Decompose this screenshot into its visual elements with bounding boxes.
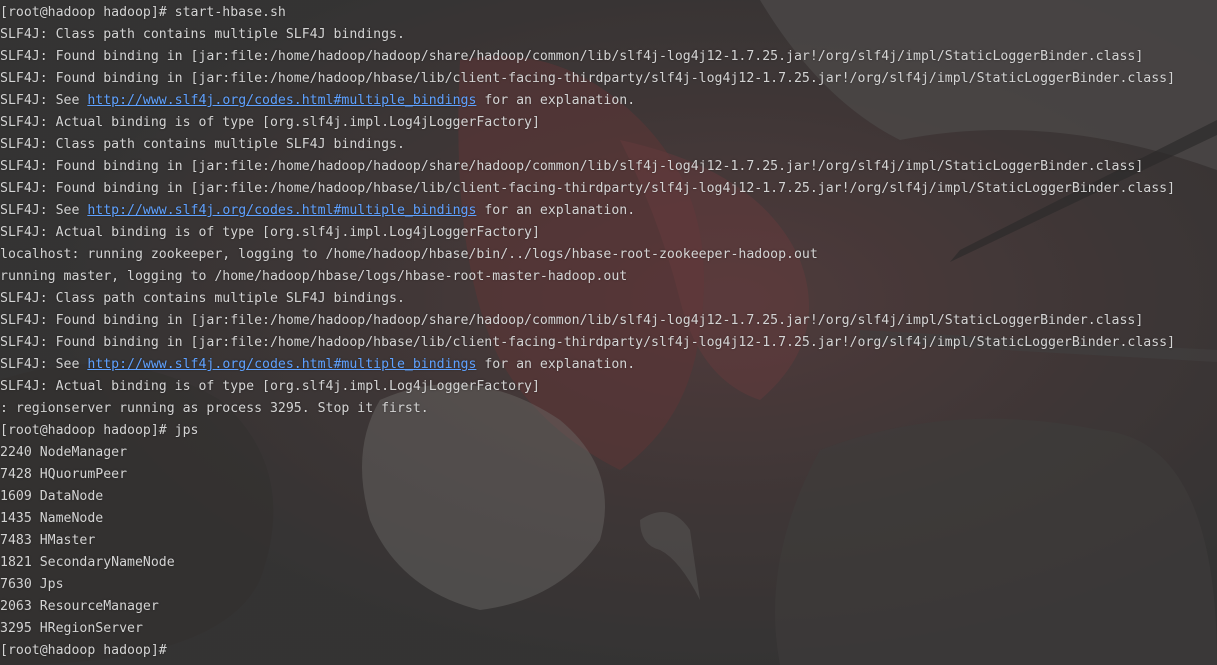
terminal-line: SLF4J: Found binding in [jar:file:/home/… [0, 310, 1217, 332]
terminal-text: SLF4J: See [0, 357, 88, 372]
terminal-line: 1609 DataNode [0, 486, 1217, 508]
terminal-text: SLF4J: Class path contains multiple SLF4… [0, 291, 405, 306]
terminal-text: SLF4J: Found binding in [jar:file:/home/… [0, 49, 1144, 64]
terminal-line: SLF4J: Found binding in [jar:file:/home/… [0, 178, 1217, 200]
terminal-text: SLF4J: Found binding in [jar:file:/home/… [0, 335, 1176, 350]
terminal-line: SLF4J: See http://www.slf4j.org/codes.ht… [0, 354, 1217, 376]
terminal-text: [root@hadoop hadoop]# [0, 643, 167, 658]
terminal-text: SLF4J: Actual binding is of type [org.sl… [0, 225, 540, 240]
slf4j-codes-link[interactable]: http://www.slf4j.org/codes.html#multiple… [87, 93, 476, 108]
terminal-output[interactable]: [root@hadoop hadoop]# start-hbase.sh SLF4… [0, 2, 1217, 662]
terminal-text: 3295 HRegionServer [0, 621, 143, 636]
terminal-text: SLF4J: Class path contains multiple SLF4… [0, 137, 405, 152]
slf4j-codes-link[interactable]: http://www.slf4j.org/codes.html#multiple… [87, 357, 476, 372]
terminal-line: 7483 HMaster [0, 530, 1217, 552]
terminal-text: SLF4J: See [0, 93, 88, 108]
terminal-line: SLF4J: Found binding in [jar:file:/home/… [0, 332, 1217, 354]
terminal-text: for an explanation. [476, 203, 636, 218]
terminal-line: SLF4J: Found binding in [jar:file:/home/… [0, 156, 1217, 178]
terminal-text: SLF4J: Found binding in [jar:file:/home/… [0, 313, 1144, 328]
terminal-text: for an explanation. [476, 93, 636, 108]
terminal-text: 2240 NodeManager [0, 445, 128, 460]
terminal-text: SLF4J: Found binding in [jar:file:/home/… [0, 159, 1144, 174]
terminal-prompt-line: [root@hadoop hadoop]# [0, 640, 1217, 662]
terminal-line: SLF4J: Class path contains multiple SLF4… [0, 134, 1217, 156]
terminal-text: SLF4J: Found binding in [jar:file:/home/… [0, 71, 1176, 86]
terminal-line: [root@hadoop hadoop]# jps [0, 420, 1217, 442]
terminal-line: running master, logging to /home/hadoop/… [0, 266, 1217, 288]
terminal-text: 7630 Jps [0, 577, 64, 592]
terminal-text: : regionserver running as process 3295. … [0, 401, 429, 416]
terminal-text: 2063 ResourceManager [0, 599, 159, 614]
terminal-line: [root@hadoop hadoop]# start-hbase.sh [0, 2, 1217, 24]
terminal-text: [root@hadoop hadoop]# jps [0, 423, 199, 438]
terminal-text: SLF4J: Class path contains multiple SLF4… [0, 27, 405, 42]
terminal-text: [root@hadoop hadoop]# start-hbase.sh [0, 5, 286, 20]
terminal-line: 3295 HRegionServer [0, 618, 1217, 640]
slf4j-codes-link[interactable]: http://www.slf4j.org/codes.html#multiple… [87, 203, 476, 218]
terminal-line: 1821 SecondaryNameNode [0, 552, 1217, 574]
terminal-text: 7483 HMaster [0, 533, 96, 548]
terminal-line: 2063 ResourceManager [0, 596, 1217, 618]
terminal-text: 1435 NameNode [0, 511, 104, 526]
terminal-line: SLF4J: Actual binding is of type [org.sl… [0, 112, 1217, 134]
terminal-line: 7428 HQuorumPeer [0, 464, 1217, 486]
terminal-text: running master, logging to /home/hadoop/… [0, 269, 628, 284]
terminal-text: 7428 HQuorumPeer [0, 467, 128, 482]
terminal-text: SLF4J: Found binding in [jar:file:/home/… [0, 181, 1176, 196]
terminal-window[interactable]: [root@hadoop hadoop]# start-hbase.sh SLF4… [0, 0, 1217, 665]
terminal-line: SLF4J: Found binding in [jar:file:/home/… [0, 46, 1217, 68]
terminal-line: SLF4J: Actual binding is of type [org.sl… [0, 222, 1217, 244]
terminal-text: SLF4J: Actual binding is of type [org.sl… [0, 379, 540, 394]
terminal-line: localhost: running zookeeper, logging to… [0, 244, 1217, 266]
terminal-line: SLF4J: Found binding in [jar:file:/home/… [0, 68, 1217, 90]
terminal-line: 1435 NameNode [0, 508, 1217, 530]
terminal-line: : regionserver running as process 3295. … [0, 398, 1217, 420]
terminal-text: 1821 SecondaryNameNode [0, 555, 175, 570]
terminal-line: SLF4J: Actual binding is of type [org.sl… [0, 376, 1217, 398]
terminal-line: 7630 Jps [0, 574, 1217, 596]
terminal-line: 2240 NodeManager [0, 442, 1217, 464]
terminal-line: SLF4J: Class path contains multiple SLF4… [0, 288, 1217, 310]
terminal-text: for an explanation. [476, 357, 636, 372]
terminal-text: SLF4J: Actual binding is of type [org.sl… [0, 115, 540, 130]
terminal-text: SLF4J: See [0, 203, 88, 218]
terminal-text: 1609 DataNode [0, 489, 104, 504]
terminal-line: SLF4J: See http://www.slf4j.org/codes.ht… [0, 200, 1217, 222]
terminal-line: SLF4J: Class path contains multiple SLF4… [0, 24, 1217, 46]
terminal-line: SLF4J: See http://www.slf4j.org/codes.ht… [0, 90, 1217, 112]
terminal-text: localhost: running zookeeper, logging to… [0, 247, 818, 262]
